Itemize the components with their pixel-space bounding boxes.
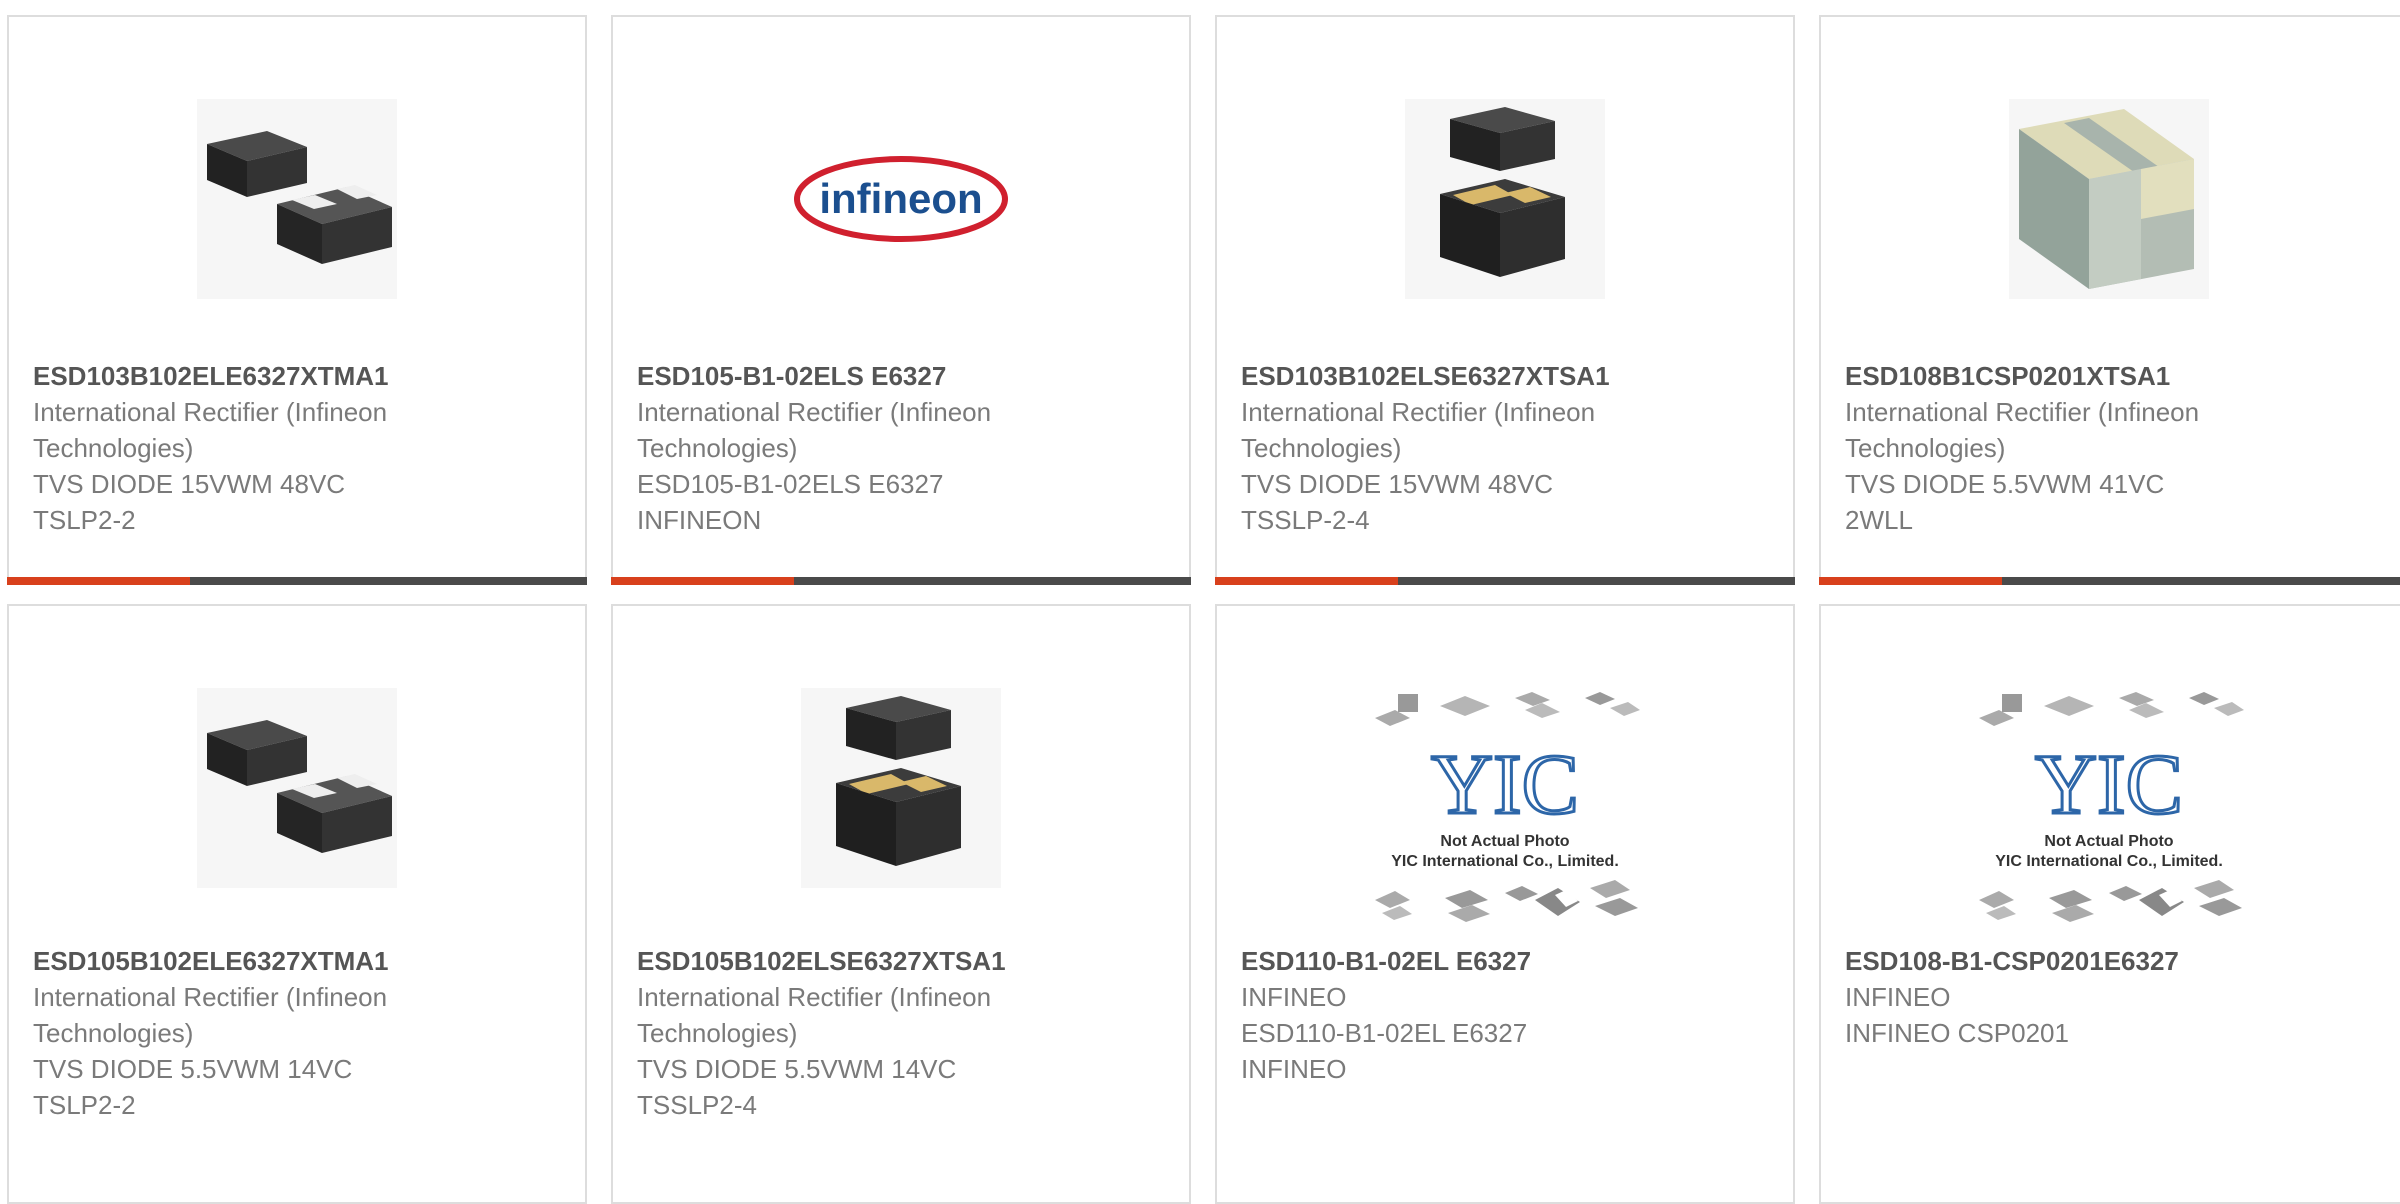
tsslp-package-image bbox=[1405, 99, 1605, 299]
part-number[interactable]: ESD105-B1-02ELS E6327 bbox=[637, 358, 1169, 394]
description: TVS DIODE 5.5VWM 14VC bbox=[637, 1054, 957, 1084]
svg-text:YIC: YIC bbox=[1431, 736, 1579, 832]
card-accent-bar bbox=[611, 577, 1191, 585]
part-number[interactable]: ESD105B102ELE6327XTMA1 bbox=[33, 943, 565, 979]
product-image[interactable]: infineon bbox=[613, 79, 1189, 319]
svg-text:infineon: infineon bbox=[819, 175, 982, 222]
product-card[interactable]: ESD108B1CSP0201XTSA1 International Recti… bbox=[1819, 15, 2400, 585]
svg-text:YIC International Co., Limited: YIC International Co., Limited. bbox=[1391, 853, 1619, 870]
product-card[interactable]: ESD105B102ELE6327XTMA1 International Rec… bbox=[7, 604, 587, 1204]
tslp-package-image bbox=[197, 99, 397, 299]
product-grid: ESD103B102ELE6327XTMA1 International Rec… bbox=[0, 0, 2400, 1204]
part-number[interactable]: ESD108B1CSP0201XTSA1 bbox=[1845, 358, 2397, 394]
svg-text:Not Actual Photo: Not Actual Photo bbox=[2044, 833, 2173, 850]
tsslp-package-image bbox=[801, 688, 1001, 888]
description: TVS DIODE 5.5VWM 41VC bbox=[1845, 469, 2165, 499]
svg-text:YIC: YIC bbox=[2035, 736, 2183, 832]
package: INFINEON bbox=[637, 505, 762, 535]
part-number[interactable]: ESD105B102ELSE6327XTSA1 bbox=[637, 943, 1169, 979]
package: TSSLP-2-4 bbox=[1241, 505, 1370, 535]
card-accent-bar bbox=[7, 577, 587, 585]
manufacturer: International Rectifier (Infineon Techno… bbox=[637, 397, 992, 463]
tslp-package-image bbox=[197, 688, 397, 888]
description: INFINEO CSP0201 bbox=[1845, 1018, 2069, 1048]
manufacturer: INFINEO bbox=[1241, 982, 1347, 1012]
product-image[interactable] bbox=[9, 79, 585, 319]
wll-package-image bbox=[2009, 99, 2209, 299]
card-accent-bar bbox=[1215, 577, 1795, 585]
part-number[interactable]: ESD108-B1-CSP0201E6327 bbox=[1845, 943, 2397, 979]
svg-text:Not Actual Photo: Not Actual Photo bbox=[1440, 833, 1569, 850]
product-image[interactable] bbox=[1217, 79, 1793, 319]
part-number[interactable]: ESD110-B1-02EL E6327 bbox=[1241, 943, 1773, 979]
product-image[interactable] bbox=[9, 668, 585, 908]
product-image[interactable] bbox=[613, 668, 1189, 908]
description: ESD105-B1-02ELS E6327 bbox=[637, 469, 944, 499]
package: TSLP2-2 bbox=[33, 1090, 136, 1120]
description: TVS DIODE 5.5VWM 14VC bbox=[33, 1054, 353, 1084]
yic-placeholder-image: YIC Not Actual Photo YIC International C… bbox=[1979, 692, 2244, 922]
manufacturer: International Rectifier (Infineon Techno… bbox=[1241, 397, 1596, 463]
manufacturer: International Rectifier (Infineon Techno… bbox=[1845, 397, 2200, 463]
description: TVS DIODE 15VWM 48VC bbox=[1241, 469, 1554, 499]
product-card[interactable]: ESD103B102ELSE6327XTSA1 International Re… bbox=[1215, 15, 1795, 585]
description: TVS DIODE 15VWM 48VC bbox=[33, 469, 346, 499]
product-card[interactable]: YIC Not Actual Photo YIC International C… bbox=[1819, 604, 2400, 1204]
package: 2WLL bbox=[1845, 505, 1913, 535]
product-image[interactable]: YIC Not Actual Photo YIC International C… bbox=[1801, 688, 2400, 928]
manufacturer: International Rectifier (Infineon Techno… bbox=[33, 982, 388, 1048]
yic-placeholder-image: YIC Not Actual Photo YIC International C… bbox=[1375, 692, 1640, 922]
manufacturer: International Rectifier (Infineon Techno… bbox=[33, 397, 388, 463]
svg-text:YIC International Co., Limited: YIC International Co., Limited. bbox=[1995, 853, 2223, 870]
product-card[interactable]: ESD103B102ELE6327XTMA1 International Rec… bbox=[7, 15, 587, 585]
card-accent-bar bbox=[1819, 577, 2400, 585]
product-image[interactable]: YIC Not Actual Photo YIC International C… bbox=[1217, 688, 1793, 928]
part-number[interactable]: ESD103B102ELSE6327XTSA1 bbox=[1241, 358, 1773, 394]
package: INFINEO bbox=[1241, 1054, 1347, 1084]
product-card[interactable]: infineon ESD105-B1-02ELS E6327 Internati… bbox=[611, 15, 1191, 585]
manufacturer: INFINEO bbox=[1845, 982, 1951, 1012]
product-image[interactable] bbox=[1801, 79, 2400, 319]
part-number[interactable]: ESD103B102ELE6327XTMA1 bbox=[33, 358, 565, 394]
package: TSSLP2-4 bbox=[637, 1090, 757, 1120]
product-card[interactable]: YIC Not Actual Photo YIC International C… bbox=[1215, 604, 1795, 1204]
package: TSLP2-2 bbox=[33, 505, 136, 535]
description: ESD110-B1-02EL E6327 bbox=[1241, 1018, 1528, 1048]
manufacturer: International Rectifier (Infineon Techno… bbox=[637, 982, 992, 1048]
infineon-logo-icon: infineon bbox=[794, 156, 1008, 242]
product-card[interactable]: ESD105B102ELSE6327XTSA1 International Re… bbox=[611, 604, 1191, 1204]
